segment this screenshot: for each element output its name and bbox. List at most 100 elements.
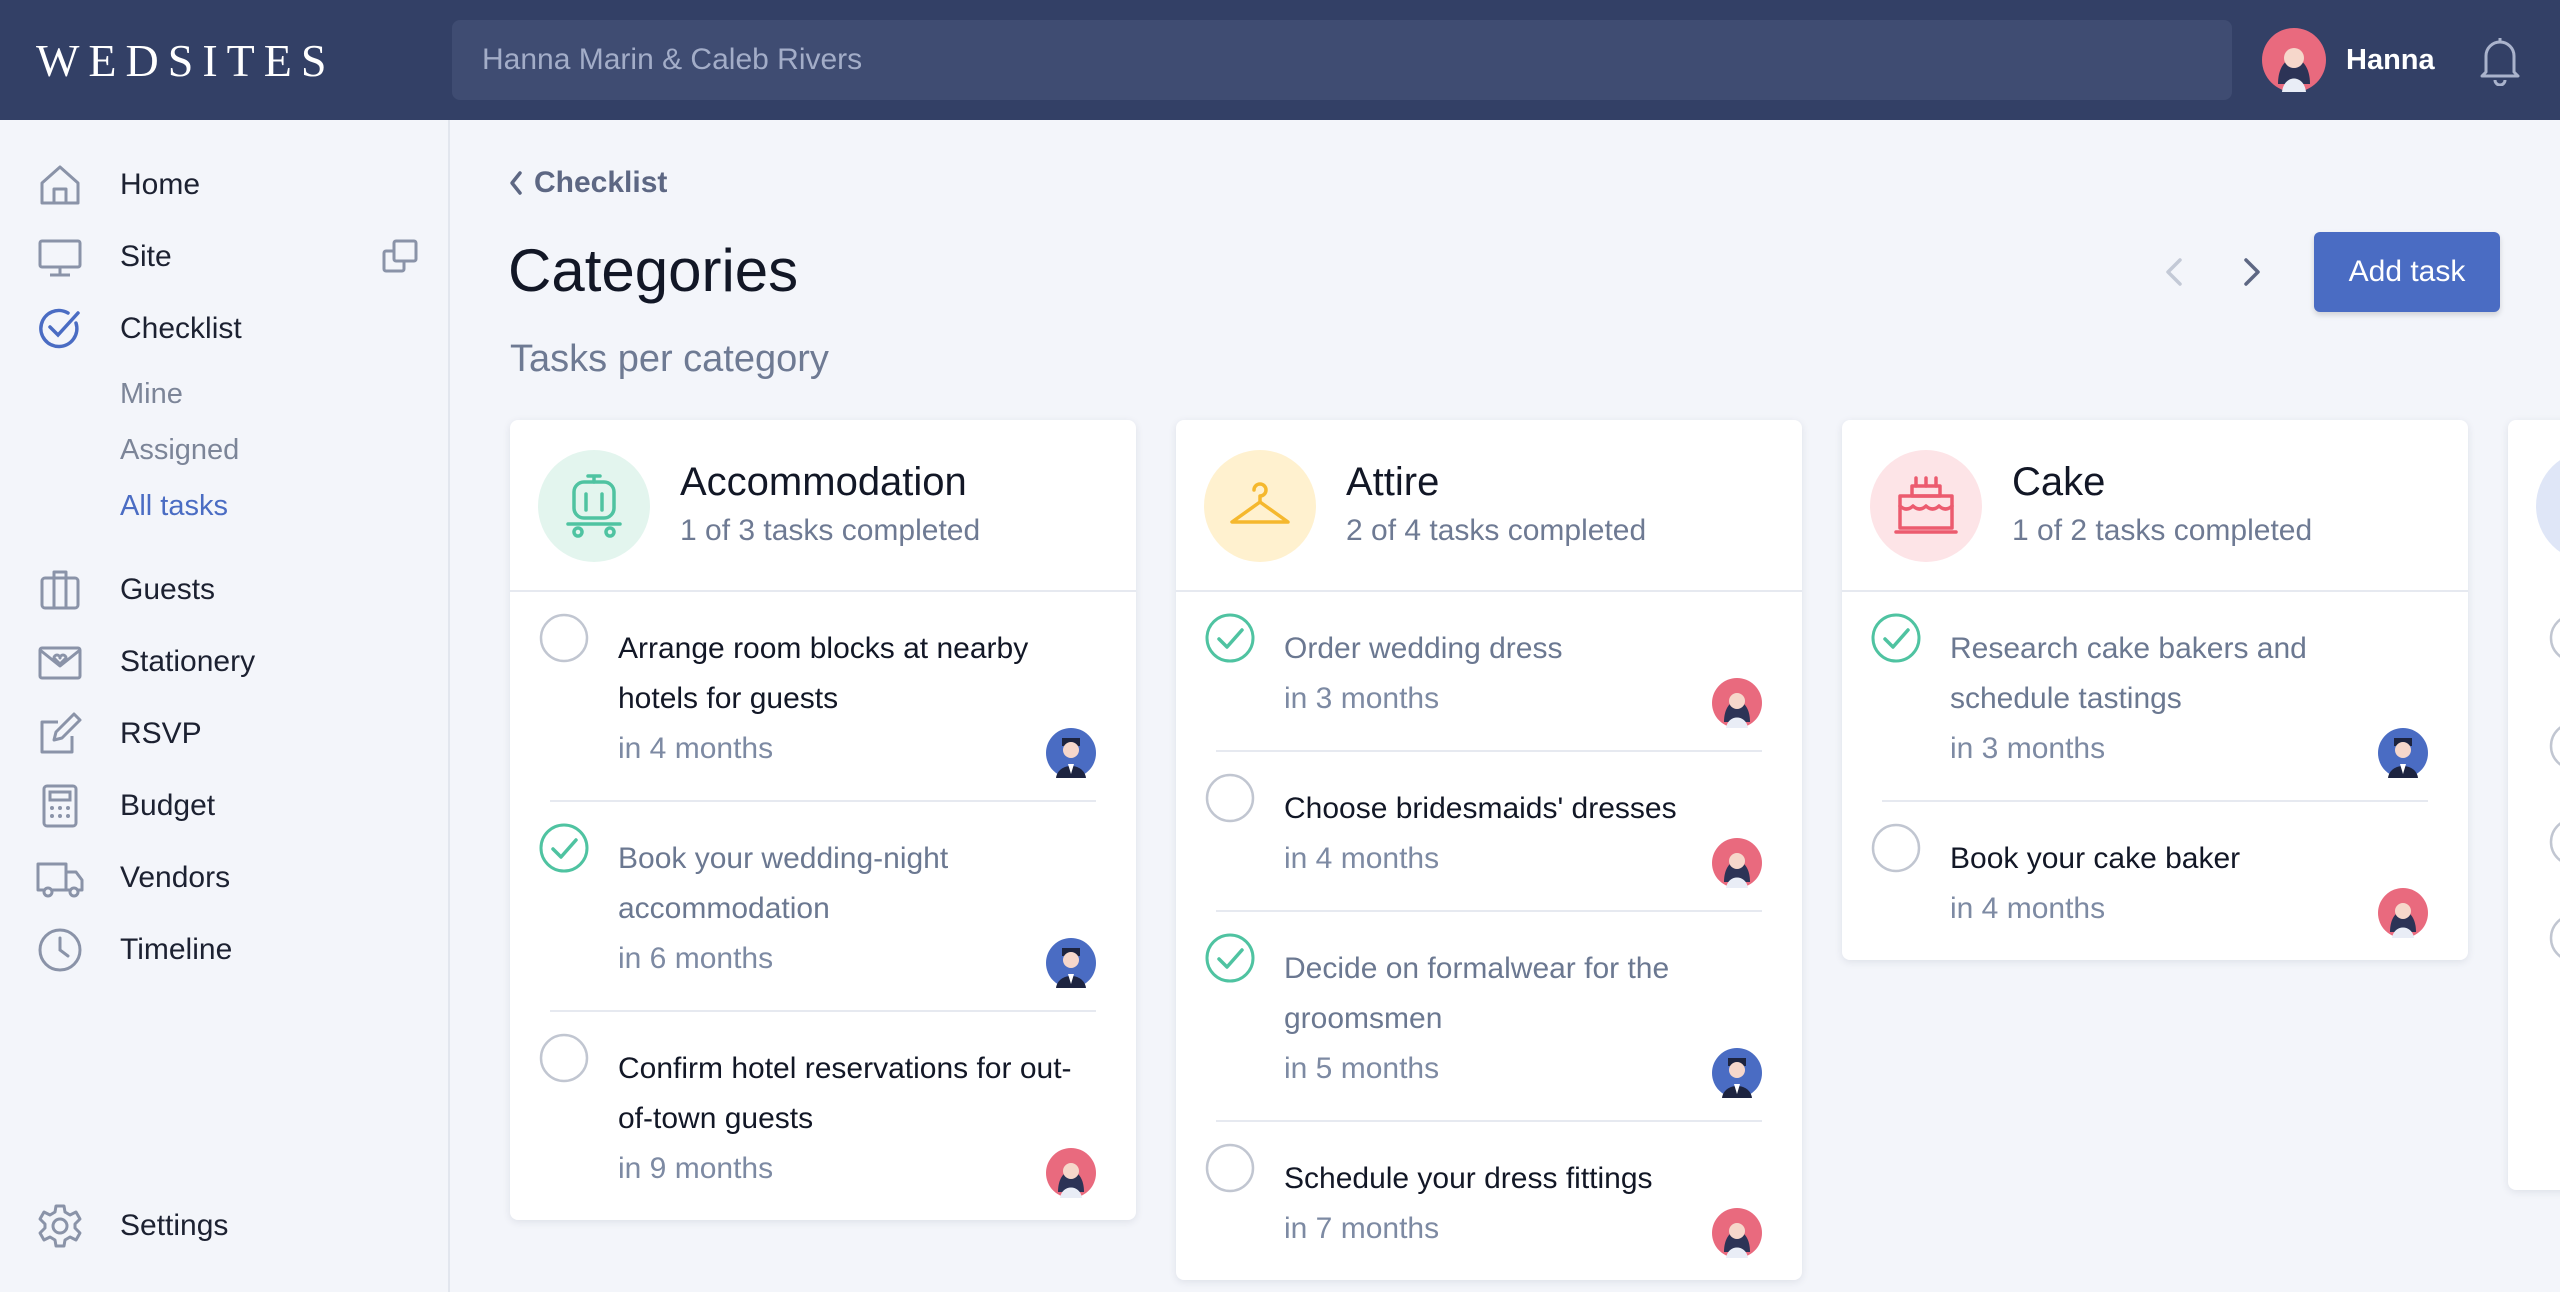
gear-icon bbox=[38, 1204, 82, 1248]
task-due: in 5 months bbox=[1284, 1052, 1440, 1085]
sidebar-item-checklist[interactable]: Checklist bbox=[0, 299, 448, 359]
hanger-icon bbox=[1230, 482, 1290, 524]
avatar bbox=[1712, 1048, 1762, 1098]
avatar bbox=[2378, 728, 2428, 778]
app-logo[interactable]: WEDSITES bbox=[36, 34, 335, 87]
task-title: Book your wedding-night accommodation bbox=[618, 842, 949, 925]
clock-icon bbox=[38, 928, 82, 972]
task-item[interactable]: Confirm hotel reservations for out-of-to… bbox=[539, 1012, 1096, 1220]
checkbox-checked-icon[interactable] bbox=[1870, 612, 1922, 664]
sidebar-item-settings[interactable]: Settings bbox=[0, 1196, 448, 1256]
open-external-icon[interactable] bbox=[380, 237, 420, 277]
sidebar-item-site[interactable]: Site bbox=[0, 227, 448, 287]
stationery-icon bbox=[38, 646, 82, 680]
checkbox-unchecked bbox=[2549, 918, 2560, 958]
checkbox-unchecked[interactable] bbox=[1204, 772, 1256, 824]
chevron-right-icon[interactable] bbox=[2232, 248, 2272, 296]
luggage-cart-icon bbox=[566, 474, 622, 538]
task-due: in 3 months bbox=[1950, 732, 2106, 765]
category-progress: 2 of 4 tasks completed bbox=[1346, 514, 1647, 547]
task-item[interactable]: Decide on formalwear for the groomsmen i… bbox=[1205, 912, 1762, 1122]
card-header[interactable]: Accommodation 1 of 3 tasks completed bbox=[510, 420, 1136, 592]
category-name: Accommodation bbox=[680, 460, 967, 504]
task-item[interactable]: Research cake bakers and schedule tastin… bbox=[1871, 592, 2428, 802]
task-title: Order wedding dress bbox=[1284, 632, 1563, 665]
chevron-left-icon bbox=[510, 171, 522, 195]
card-header[interactable]: Attire 2 of 4 tasks completed bbox=[1176, 420, 1802, 592]
user-menu[interactable]: Hanna bbox=[2262, 28, 2435, 92]
sidebar-item-label: Stationery bbox=[120, 645, 256, 678]
home-icon bbox=[40, 165, 80, 205]
checkbox-unchecked[interactable] bbox=[538, 1032, 590, 1084]
task-item[interactable]: Schedule your dress fittings in 7 months bbox=[1205, 1122, 1762, 1280]
category-name: Attire bbox=[1346, 460, 1440, 504]
sidebar-item-home[interactable]: Home bbox=[0, 155, 448, 215]
checkbox-unchecked bbox=[2549, 822, 2560, 862]
category-icon-badge bbox=[538, 450, 650, 562]
task-item[interactable]: Choose bridesmaids' dresses in 4 months bbox=[1205, 752, 1762, 912]
category-card-partial[interactable] bbox=[2508, 420, 2560, 1190]
sidebar-item-label: Settings bbox=[120, 1209, 229, 1242]
task-title: Research cake bakers and schedule tastin… bbox=[1950, 632, 2307, 715]
task-title: Decide on formalwear for the groomsmen bbox=[1284, 952, 1670, 1035]
sidebar-subitem-assigned[interactable]: Assigned bbox=[120, 434, 239, 467]
chevron-left-icon[interactable] bbox=[2154, 248, 2194, 296]
avatar bbox=[1046, 938, 1096, 988]
page-subtitle: Tasks per category bbox=[510, 338, 829, 380]
avatar bbox=[2378, 888, 2428, 938]
task-title: Arrange room blocks at nearby hotels for… bbox=[618, 632, 1029, 715]
avatar bbox=[1046, 728, 1096, 778]
checkbox-unchecked bbox=[2549, 726, 2560, 766]
task-item[interactable]: Order wedding dress in 3 months bbox=[1205, 592, 1762, 752]
sidebar: Home Site Checklist Mine Assigned All ta… bbox=[0, 120, 450, 1292]
bell-icon[interactable] bbox=[2476, 34, 2524, 86]
task-due: in 6 months bbox=[618, 942, 774, 975]
sidebar-subitem-mine[interactable]: Mine bbox=[120, 378, 183, 411]
sidebar-item-label: Home bbox=[120, 168, 201, 201]
task-due: in 4 months bbox=[618, 732, 774, 765]
task-item[interactable]: Arrange room blocks at nearby hotels for… bbox=[539, 592, 1096, 802]
task-item[interactable]: Book your cake baker in 4 months bbox=[1871, 802, 2428, 960]
sidebar-item-stationery[interactable]: Stationery bbox=[0, 632, 448, 692]
add-task-button[interactable]: Add task bbox=[2314, 232, 2500, 312]
search-input[interactable] bbox=[452, 20, 2232, 100]
checkbox-checked-icon[interactable] bbox=[1204, 612, 1256, 664]
sidebar-item-label: Guests bbox=[120, 573, 216, 606]
checkbox-checked-icon[interactable] bbox=[538, 822, 590, 874]
task-due: in 4 months bbox=[1284, 842, 1440, 875]
avatar bbox=[1712, 1208, 1762, 1258]
breadcrumb-label: Checklist bbox=[534, 166, 668, 199]
checkbox-unchecked[interactable] bbox=[1870, 822, 1922, 874]
monitor-icon bbox=[38, 239, 82, 277]
checklist-icon bbox=[39, 308, 80, 349]
category-name: Cake bbox=[2012, 460, 2106, 504]
task-title: Confirm hotel reservations for out-of-to… bbox=[618, 1052, 1072, 1135]
card-header[interactable]: Cake 1 of 2 tasks completed bbox=[1842, 420, 2468, 592]
sidebar-item-timeline[interactable]: Timeline bbox=[0, 920, 448, 980]
sidebar-subitem-all-tasks[interactable]: All tasks bbox=[120, 490, 228, 523]
sidebar-item-label: Timeline bbox=[120, 933, 233, 966]
task-title: Choose bridesmaids' dresses bbox=[1284, 792, 1677, 825]
task-title: Book your cake baker bbox=[1950, 842, 2241, 875]
avatar bbox=[1046, 1148, 1096, 1198]
rsvp-icon bbox=[40, 712, 82, 754]
task-title: Schedule your dress fittings bbox=[1284, 1162, 1653, 1195]
sidebar-item-guests[interactable]: Guests bbox=[0, 560, 448, 620]
breadcrumb[interactable]: Checklist bbox=[508, 166, 667, 200]
cake-icon bbox=[1894, 476, 1958, 534]
sidebar-item-budget[interactable]: Budget bbox=[0, 776, 448, 836]
checkbox-checked-icon[interactable] bbox=[1204, 932, 1256, 984]
category-card-accommodation: Accommodation 1 of 3 tasks completed Arr… bbox=[510, 420, 1136, 1220]
category-icon-badge bbox=[2536, 460, 2560, 552]
category-card-cake: Cake 1 of 2 tasks completed Research cak… bbox=[1842, 420, 2468, 960]
checkbox-unchecked[interactable] bbox=[538, 612, 590, 664]
checkbox-unchecked bbox=[2549, 618, 2560, 658]
category-progress: 1 of 2 tasks completed bbox=[2012, 514, 2313, 547]
task-due: in 4 months bbox=[1950, 892, 2106, 925]
sidebar-item-vendors[interactable]: Vendors bbox=[0, 848, 448, 908]
avatar bbox=[1712, 678, 1762, 728]
sidebar-item-rsvp[interactable]: RSVP bbox=[0, 704, 448, 764]
task-item[interactable]: Book your wedding-night accommodation in… bbox=[539, 802, 1096, 1012]
checkbox-unchecked[interactable] bbox=[1204, 1142, 1256, 1194]
sidebar-item-label: RSVP bbox=[120, 717, 202, 750]
